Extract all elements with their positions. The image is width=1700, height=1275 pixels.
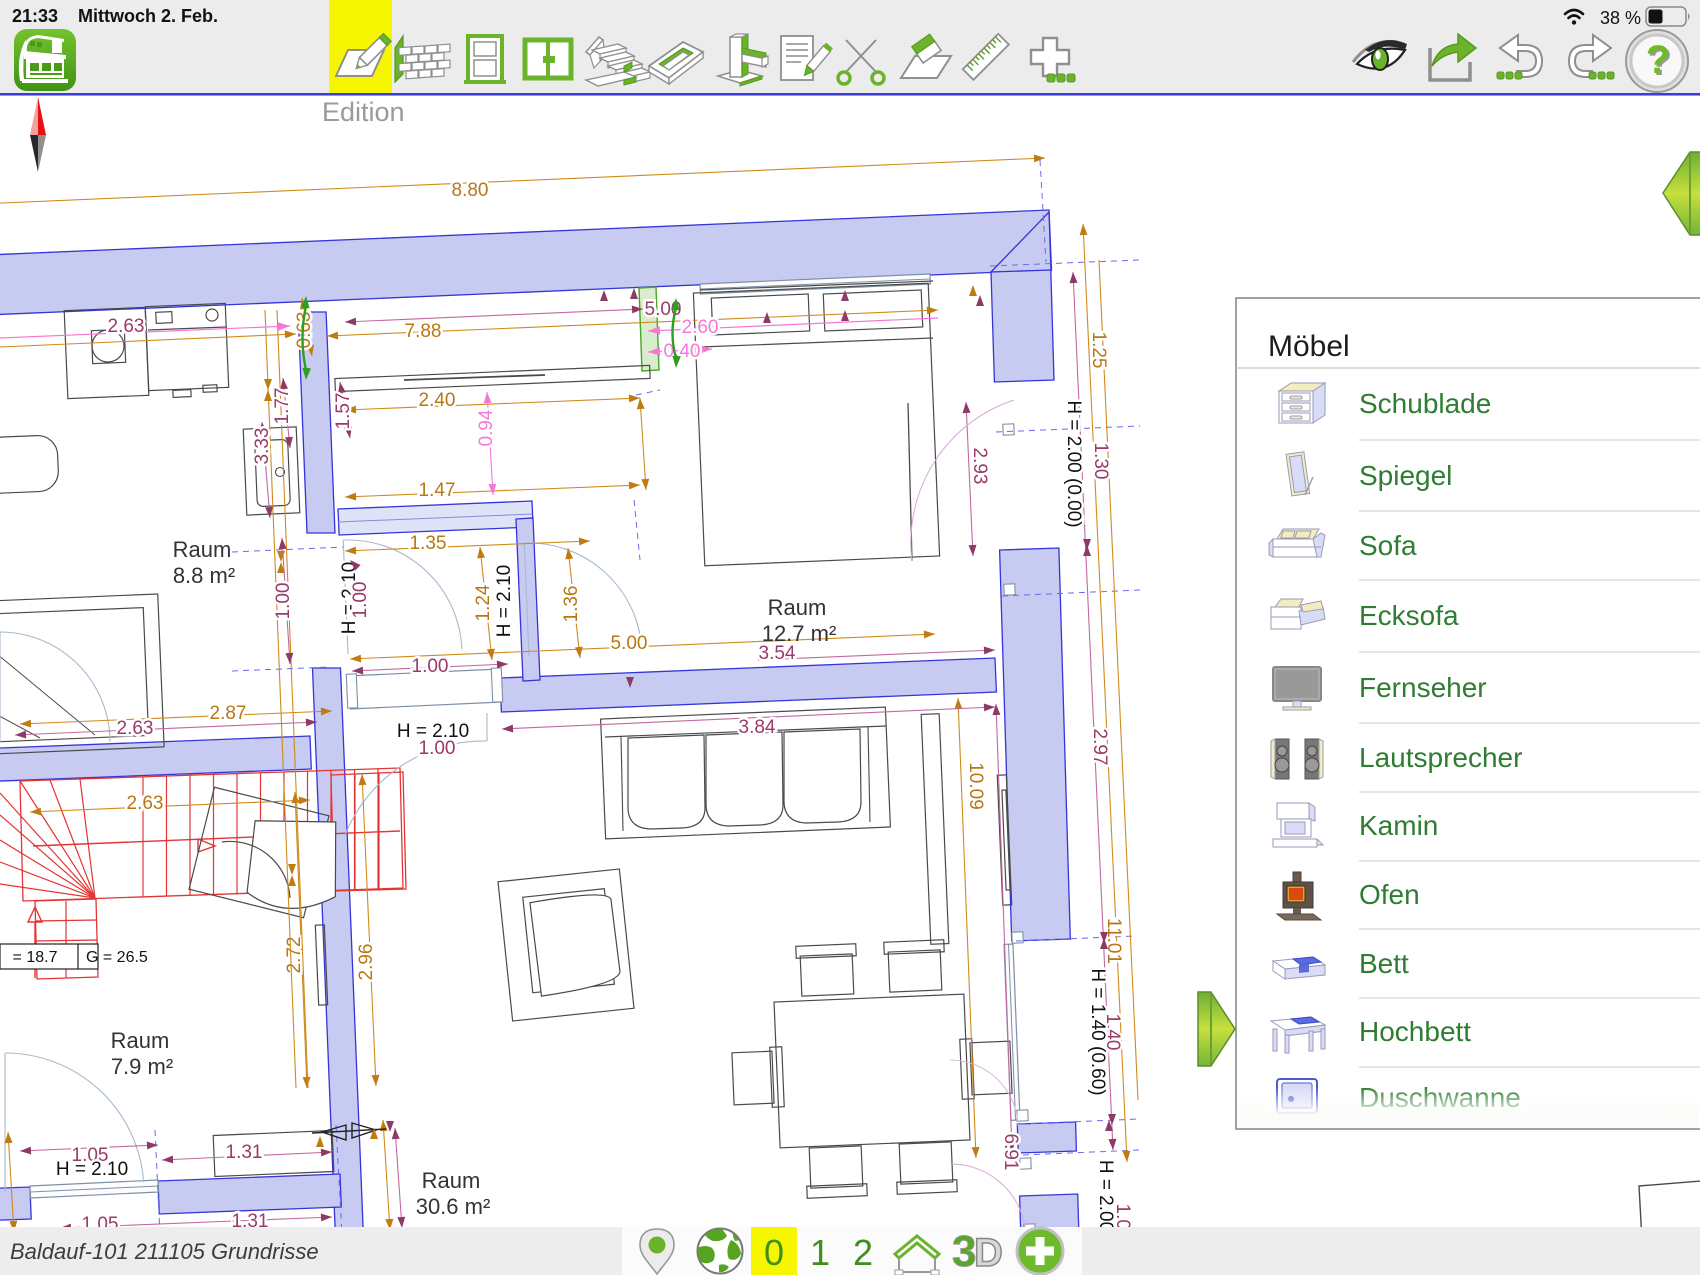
- svg-text:H = 1.40 (0.60): H = 1.40 (0.60): [1087, 968, 1108, 1095]
- svg-text:11.01: 11.01: [1103, 918, 1124, 964]
- svg-text:2.97: 2.97: [1089, 729, 1110, 766]
- svg-text:0.40: 0.40: [664, 341, 701, 362]
- svg-text:1.30: 1.30: [1090, 443, 1111, 480]
- svg-text:H = 2.10: H = 2.10: [56, 1159, 128, 1180]
- svg-text:G = 26.5: G = 26.5: [86, 949, 148, 966]
- svg-text:= 18.7: = 18.7: [13, 949, 58, 966]
- svg-text:Hochbett: Hochbett: [1359, 1016, 1471, 1047]
- svg-text:7.88: 7.88: [405, 321, 442, 342]
- svg-text:10.09: 10.09: [965, 762, 986, 810]
- svg-text:Möbel: Möbel: [1268, 330, 1350, 363]
- svg-text:Raum: Raum: [111, 1028, 170, 1053]
- svg-text:2.63: 2.63: [117, 718, 154, 739]
- svg-text:2.40: 2.40: [419, 390, 456, 411]
- svg-text:3.84: 3.84: [739, 717, 776, 738]
- svg-text:2.63: 2.63: [127, 793, 164, 814]
- svg-text:2: 2: [853, 1232, 873, 1273]
- svg-text:1.77: 1.77: [272, 388, 293, 425]
- svg-text:Raum: Raum: [768, 595, 827, 620]
- svg-text:21:33: 21:33: [12, 6, 58, 26]
- svg-text:Raum: Raum: [173, 537, 232, 562]
- svg-text:H = 2.00: H = 2.00: [1095, 1160, 1116, 1232]
- svg-text:2.63: 2.63: [108, 316, 145, 337]
- svg-text:30.6 m²: 30.6 m²: [416, 1194, 491, 1219]
- svg-text:5.00: 5.00: [611, 633, 648, 654]
- svg-text:Kamin: Kamin: [1359, 810, 1438, 841]
- svg-text:38 %: 38 %: [1600, 8, 1641, 28]
- svg-text:1.47: 1.47: [419, 480, 456, 501]
- svg-text:1.00: 1.00: [273, 583, 294, 620]
- svg-text:H = 2.00 (0.00): H = 2.00 (0.00): [1063, 400, 1084, 527]
- svg-text:1.00: 1.00: [350, 582, 371, 619]
- svg-text:1.36: 1.36: [561, 586, 582, 623]
- svg-text:Raum: Raum: [422, 1168, 481, 1193]
- svg-text:Mittwoch 2. Feb.: Mittwoch 2. Feb.: [78, 6, 218, 26]
- svg-text:2.96: 2.96: [356, 944, 377, 981]
- svg-text:2.93: 2.93: [969, 448, 990, 485]
- svg-text:1.35: 1.35: [410, 533, 447, 554]
- svg-text:8.8 m²: 8.8 m²: [173, 563, 235, 588]
- svg-text:1.25: 1.25: [1088, 332, 1109, 369]
- svg-text:1: 1: [810, 1232, 830, 1273]
- svg-text:2.60: 2.60: [682, 317, 719, 338]
- svg-text:0: 0: [764, 1232, 784, 1273]
- svg-text:Ecksofa: Ecksofa: [1359, 600, 1459, 631]
- svg-text:8.80: 8.80: [452, 180, 489, 201]
- svg-text:7.9 m²: 7.9 m²: [111, 1054, 173, 1079]
- svg-text:6.91: 6.91: [1000, 1134, 1021, 1171]
- svg-text:1.00: 1.00: [419, 738, 456, 759]
- svg-text:3.33: 3.33: [252, 428, 273, 465]
- svg-text:H = 2.10: H = 2.10: [494, 565, 515, 637]
- svg-text:Schublade: Schublade: [1359, 388, 1491, 419]
- svg-text:1.57: 1.57: [333, 393, 354, 430]
- svg-text:3.54: 3.54: [759, 643, 796, 664]
- svg-text:0.94: 0.94: [476, 409, 497, 446]
- svg-text:Spiegel: Spiegel: [1359, 460, 1452, 491]
- svg-text:Baldauf-101 211105 Grundrisse: Baldauf-101 211105 Grundrisse: [10, 1239, 319, 1264]
- svg-text:Sofa: Sofa: [1359, 530, 1417, 561]
- svg-text:12.7 m²: 12.7 m²: [762, 621, 837, 646]
- svg-text:?: ?: [1646, 38, 1670, 82]
- svg-text:1.00: 1.00: [412, 656, 449, 677]
- svg-text:1.31: 1.31: [226, 1142, 263, 1163]
- svg-text:1.24: 1.24: [473, 584, 494, 621]
- svg-text:Fernseher: Fernseher: [1359, 672, 1487, 703]
- svg-text:Ofen: Ofen: [1359, 879, 1420, 910]
- svg-text:Bett: Bett: [1359, 948, 1409, 979]
- svg-text:Lautsprecher: Lautsprecher: [1359, 742, 1522, 773]
- svg-text:2.87: 2.87: [210, 703, 247, 724]
